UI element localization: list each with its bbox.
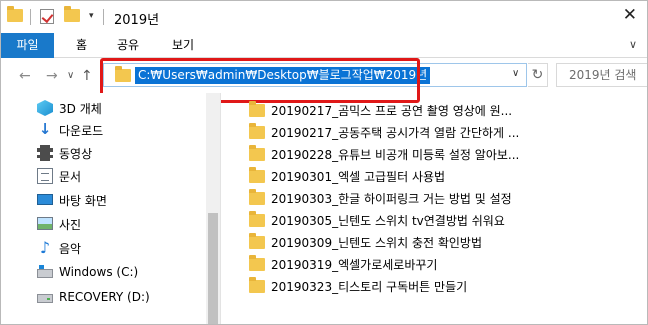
downloads-icon: ↓ [38, 120, 52, 138]
file-name: 20190217_곰믹스 프로 공연 촬영 영상에 원... [271, 104, 513, 118]
navigation-pane: 3D 개체 ↓ 다운로드 동영상 문서 바탕 화면 사진 ♪ 음악 Window… [1, 93, 221, 324]
list-item[interactable]: 20190323_티스토리 구독버튼 만들기 [249, 274, 647, 296]
address-path-text[interactable]: C:₩Users₩admin₩Desktop₩블로그작업₩2019년 [135, 67, 431, 84]
expand-ribbon-icon[interactable]: ∨ [629, 38, 637, 51]
nav-item-label: 바탕 화면 [59, 194, 107, 208]
nav-item-label: 사진 [59, 218, 82, 232]
nav-item-label: 동영상 [59, 147, 93, 161]
nav-item-label: RECOVERY (D:) [59, 290, 150, 304]
nav-item-windows-c[interactable]: Windows (C:) [37, 262, 207, 284]
window-title: 2019년 [114, 13, 160, 28]
list-item[interactable]: 20190305_닌텐도 스위치 tv연결방법 쉬워요 [249, 208, 647, 230]
address-row: ← → ∨ ↑ C:₩Users₩admin₩Desktop₩블로그작업₩201… [1, 59, 647, 93]
drive-icon [37, 294, 53, 303]
nav-scrollbar-thumb[interactable] [208, 213, 218, 324]
folder-icon [249, 211, 265, 227]
nav-item-videos[interactable]: 동영상 [37, 142, 207, 164]
nav-item-label: 문서 [59, 170, 82, 184]
tab-file[interactable]: 파일 [1, 33, 54, 58]
up-button[interactable]: ↑ [81, 68, 93, 84]
nav-item-label: 3D 개체 [59, 102, 102, 116]
nav-item-pictures[interactable]: 사진 [37, 213, 207, 235]
properties-icon[interactable] [40, 9, 54, 24]
back-button[interactable]: ← [19, 68, 31, 84]
music-icon: ♪ [39, 238, 51, 257]
folder-icon [249, 233, 265, 249]
file-name: 20190301_엑셀 고급필터 사용법 [271, 170, 446, 184]
tab-view[interactable]: 보기 [172, 33, 194, 58]
nav-item-desktop[interactable]: 바탕 화면 [37, 189, 207, 211]
file-name: 20190319_엑셀가로세로바꾸기 [271, 258, 438, 272]
folder-icon [249, 255, 265, 271]
list-item[interactable]: 20190309_닌텐도 스위치 충전 확인방법 [249, 230, 647, 252]
nav-item-3d-objects[interactable]: 3D 개체 [37, 97, 207, 119]
tab-home[interactable]: 홈 [76, 33, 87, 58]
file-name: 20190303_한글 하이퍼링크 거는 방법 및 설정 [271, 192, 512, 206]
nav-item-documents[interactable]: 문서 [37, 165, 207, 187]
nav-item-downloads[interactable]: ↓ 다운로드 [37, 119, 207, 141]
file-name: 20190309_닌텐도 스위치 충전 확인방법 [271, 236, 483, 250]
pictures-icon [37, 217, 53, 230]
nav-item-music[interactable]: ♪ 음악 [37, 237, 207, 259]
list-item[interactable]: 20190217_공동주택 공시가격 열람 간단하게 ... [249, 120, 647, 142]
file-explorer-window: ▾ 2019년 ✕ 파일 홈 공유 보기 ∨ ← → ∨ ↑ C:₩Users₩… [0, 0, 648, 325]
divider [30, 9, 31, 25]
nav-item-label: 다운로드 [59, 124, 104, 138]
tab-share[interactable]: 공유 [117, 33, 139, 58]
address-dropdown-icon[interactable]: ∨ [512, 68, 519, 79]
title-bar: ▾ 2019년 ✕ [1, 1, 647, 33]
folder-icon [249, 145, 265, 161]
forward-button[interactable]: → [46, 68, 58, 84]
refresh-button[interactable]: ↻ [528, 63, 548, 87]
file-name: 20190228_유튜브 비공개 미등록 설정 알아보... [271, 148, 520, 162]
file-name: 20190217_공동주택 공시가격 열람 간단하게 ... [271, 126, 520, 140]
recent-locations-button[interactable]: ∨ [67, 70, 74, 81]
file-name: 20190323_티스토리 구독버튼 만들기 [271, 280, 468, 294]
list-item[interactable]: 20190228_유튜브 비공개 미등록 설정 알아보... [249, 142, 647, 164]
file-list: 20190217_곰믹스 프로 공연 촬영 영상에 원... 20190217_… [229, 93, 647, 324]
close-button[interactable]: ✕ [623, 5, 637, 25]
desktop-icon [37, 194, 53, 205]
folder-icon [115, 66, 131, 82]
folder-icon [249, 167, 265, 183]
videos-icon [37, 145, 53, 161]
folder-icon [7, 6, 23, 22]
quick-access-dropdown-icon[interactable]: ▾ [89, 11, 94, 21]
list-item[interactable]: 20190303_한글 하이퍼링크 거는 방법 및 설정 [249, 186, 647, 208]
list-item[interactable]: 20190217_곰믹스 프로 공연 촬영 영상에 원... [249, 98, 647, 120]
3d-objects-icon [37, 100, 53, 116]
nav-item-recovery-d[interactable]: RECOVERY (D:) [37, 287, 207, 309]
nav-item-label: 음악 [59, 242, 82, 256]
file-name: 20190305_닌텐도 스위치 tv연결방법 쉬워요 [271, 214, 505, 228]
folder-icon [249, 101, 265, 117]
list-item[interactable]: 20190301_엑셀 고급필터 사용법 [249, 164, 647, 186]
folder-icon [249, 189, 265, 205]
pane-divider[interactable] [220, 93, 221, 324]
list-item[interactable]: 20190319_엑셀가로세로바꾸기 [249, 252, 647, 274]
search-input[interactable]: 2019년 검색 [556, 63, 647, 87]
ribbon-tabs: 파일 홈 공유 보기 ∨ [1, 33, 647, 58]
folder-icon [249, 123, 265, 139]
drive-icon [37, 265, 53, 278]
documents-icon [37, 168, 53, 184]
folder-icon [249, 277, 265, 293]
new-folder-icon[interactable] [64, 6, 80, 22]
divider [103, 9, 104, 25]
nav-item-label: Windows (C:) [59, 265, 139, 279]
